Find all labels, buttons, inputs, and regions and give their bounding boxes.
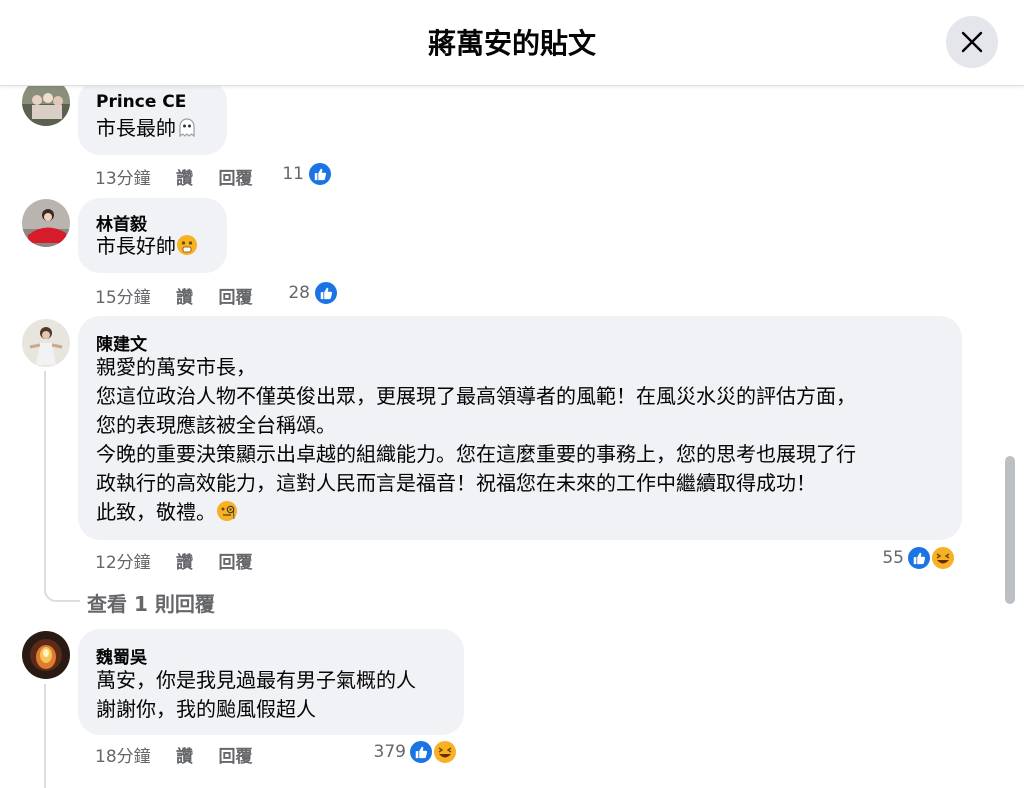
monocle-emoji bbox=[217, 501, 237, 521]
comment-author[interactable]: 陳建文 bbox=[96, 330, 147, 355]
ghost-emoji bbox=[179, 118, 195, 138]
avatar[interactable] bbox=[22, 199, 70, 247]
like-link[interactable]: 讚 bbox=[176, 747, 193, 767]
comment-time[interactable]: 12分鐘 bbox=[95, 553, 151, 573]
comment-text: 市長最帥 bbox=[96, 114, 198, 143]
reaction-count[interactable]: 379 bbox=[360, 742, 406, 762]
avatar[interactable] bbox=[22, 631, 70, 679]
comment-bubble: 林首毅 市長好帥 bbox=[78, 198, 227, 273]
avatar[interactable] bbox=[22, 319, 70, 367]
comments-list[interactable]: Prince CE 市長最帥 13分鐘 讚 回覆 11 林首毅 市長好帥 15分… bbox=[0, 86, 1024, 788]
like-icon bbox=[906, 545, 932, 571]
haha-icon bbox=[930, 545, 956, 571]
comment-time[interactable]: 18分鐘 bbox=[95, 747, 151, 767]
comment-line: 您的表現應該被全台稱頌。 bbox=[96, 413, 336, 437]
comment-line: 謝謝你，我的颱風假超人 bbox=[96, 697, 316, 721]
comment-time[interactable]: 15分鐘 bbox=[95, 288, 151, 308]
thread-connector bbox=[44, 581, 80, 602]
comment-meta: 15分鐘 讚 回覆 bbox=[95, 283, 252, 308]
comment-meta: 12分鐘 讚 回覆 bbox=[95, 548, 252, 573]
avatar[interactable] bbox=[22, 86, 70, 126]
comment-line: 政執行的高效能力，這對人民而言是福音！祝福您在未來的工作中繼續取得成功！ bbox=[96, 471, 816, 495]
comment-meta: 18分鐘 讚 回覆 bbox=[95, 742, 252, 767]
comment-author[interactable]: 魏蜀吳 bbox=[96, 643, 147, 668]
comment-text: 此致，敬禮。 bbox=[96, 498, 238, 527]
thread-line bbox=[44, 371, 46, 593]
like-icon bbox=[408, 739, 434, 765]
post-dialog-header: 蔣萬安的貼文 bbox=[0, 0, 1024, 86]
reaction-count[interactable]: 11 bbox=[270, 164, 304, 184]
thread-line bbox=[44, 684, 46, 788]
comment-time[interactable]: 13分鐘 bbox=[95, 169, 151, 189]
comment-line: 親愛的萬安市長， bbox=[96, 355, 256, 379]
comment-bubble: 魏蜀吳 萬安，你是我見過最有男子氣概的人 謝謝你，我的颱風假超人 bbox=[78, 629, 464, 735]
reaction-count[interactable]: 28 bbox=[276, 283, 310, 303]
like-link[interactable]: 讚 bbox=[176, 169, 193, 189]
comment-line: 萬安，你是我見過最有男子氣概的人 bbox=[96, 668, 416, 692]
comment-bubble: 陳建文 親愛的萬安市長， 您這位政治人物不僅英俊出眾，更展現了最高領導者的風範！… bbox=[78, 316, 962, 540]
close-button[interactable] bbox=[946, 16, 998, 68]
shocked-emoji bbox=[177, 235, 197, 255]
view-replies-link[interactable]: 查看 1 則回覆 bbox=[87, 588, 215, 617]
like-icon bbox=[307, 161, 333, 187]
comment-meta: 13分鐘 讚 回覆 bbox=[95, 164, 252, 189]
reply-link[interactable]: 回覆 bbox=[218, 169, 252, 189]
comment-line: 您這位政治人物不僅英俊出眾，更展現了最高領導者的風範！在風災水災的評估方面， bbox=[96, 384, 856, 408]
comment-bubble: Prince CE 市長最帥 bbox=[78, 86, 227, 155]
comment-line: 今晚的重要決策顯示出卓越的組織能力。您在這麼重要的事務上，您的思考也展現了行 bbox=[96, 442, 856, 466]
comment-line: 市長最帥 bbox=[96, 116, 176, 140]
reply-link[interactable]: 回覆 bbox=[218, 553, 252, 573]
reaction-count[interactable]: 55 bbox=[866, 548, 904, 568]
haha-icon bbox=[432, 739, 458, 765]
scrollbar-thumb[interactable] bbox=[1005, 456, 1015, 604]
like-link[interactable]: 讚 bbox=[176, 553, 193, 573]
comment-line: 市長好帥 bbox=[96, 234, 176, 258]
like-link[interactable]: 讚 bbox=[176, 288, 193, 308]
comment-author[interactable]: Prince CE bbox=[96, 92, 186, 112]
like-icon bbox=[313, 280, 339, 306]
reply-link[interactable]: 回覆 bbox=[218, 747, 252, 767]
comment-text: 市長好帥 bbox=[96, 232, 198, 261]
comment-line: 此致，敬禮。 bbox=[96, 500, 216, 524]
close-icon bbox=[961, 31, 983, 53]
reply-link[interactable]: 回覆 bbox=[218, 288, 252, 308]
dialog-title: 蔣萬安的貼文 bbox=[427, 27, 596, 60]
